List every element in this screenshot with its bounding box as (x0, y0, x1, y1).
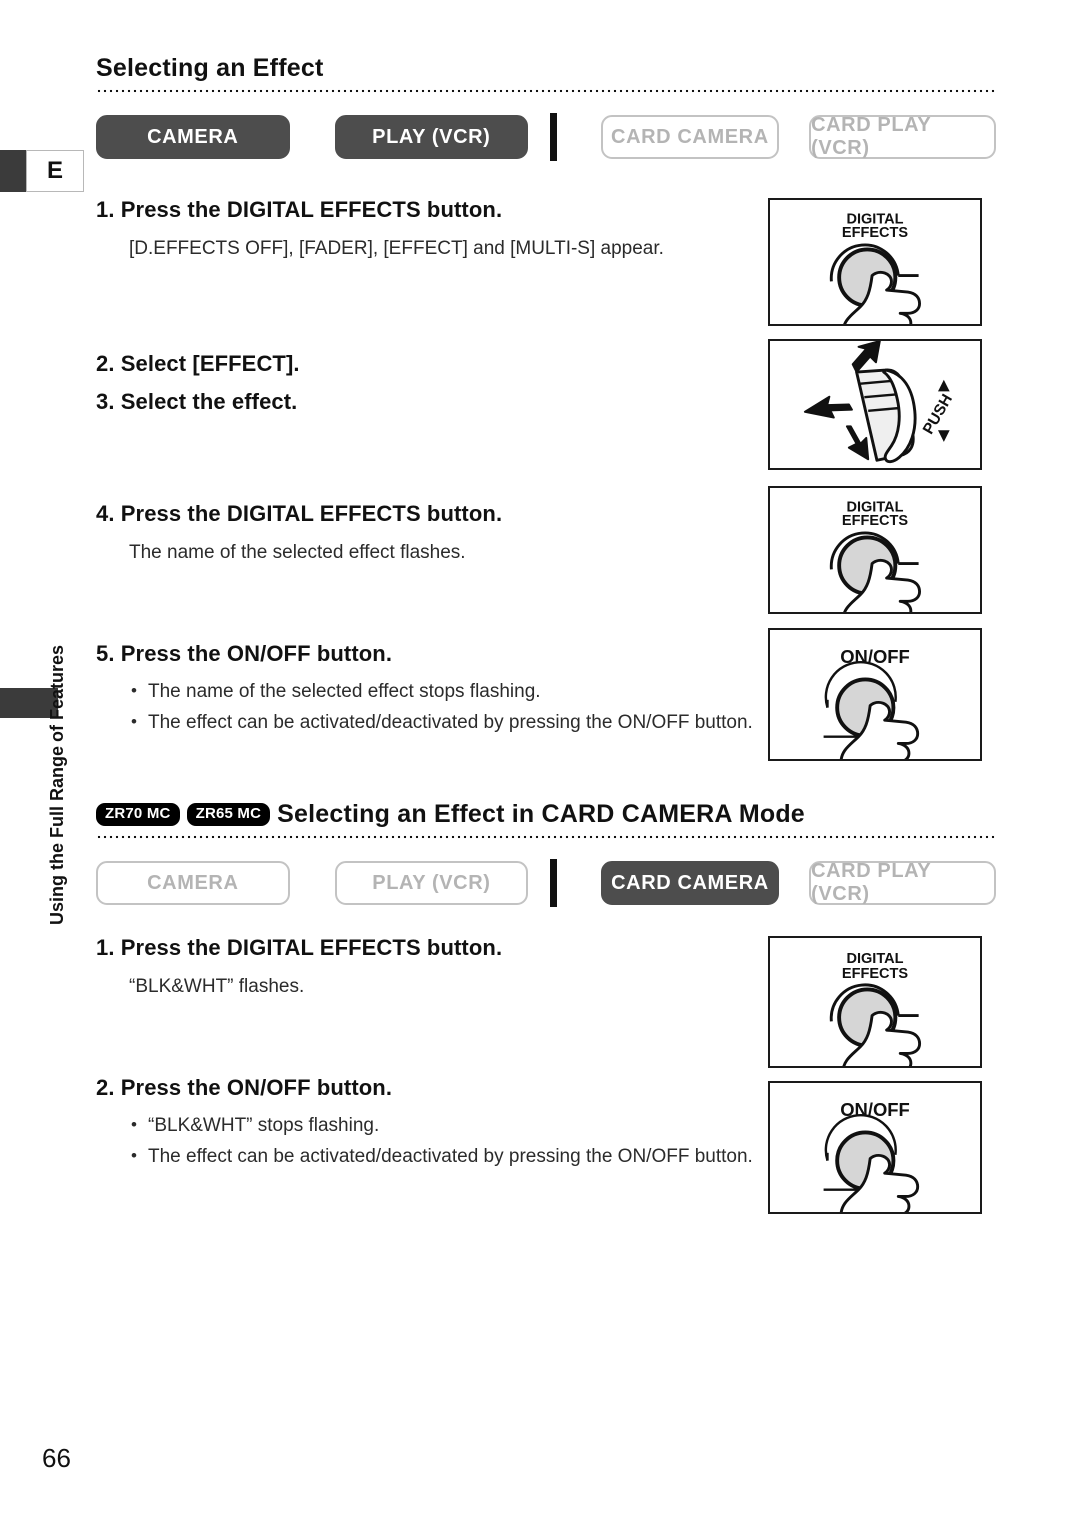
sidebar-language-tab: E (26, 150, 84, 192)
sidebar: E of Features Using the Full Range 66 (0, 0, 92, 1534)
mode-button-play-vcr[interactable]: PLAY (VCR) (334, 115, 529, 159)
step-5-bullets: The name of the selected effect stops fl… (96, 675, 756, 738)
section-selecting-an-effect: Selecting an Effect CAMERA PLAY (VCR) CA… (96, 52, 996, 161)
dial-push-icon: PUSH (803, 341, 956, 464)
onoff-button-icon: ON/OFF (823, 1099, 920, 1212)
section-1-mode-bar: CAMERA PLAY (VCR) CARD CAMERA CARD PLAY … (96, 113, 996, 161)
illustration-digital-effects-step1: DIGITAL EFFECTS (768, 198, 982, 326)
svg-text:EFFECTS: EFFECTS (842, 966, 909, 982)
mode-separator-2 (550, 859, 557, 907)
step-1-heading: 1. Press the DIGITAL EFFECTS button. (96, 197, 503, 222)
manual-page: E of Features Using the Full Range 66 Se… (0, 0, 1080, 1534)
mode-button-play-vcr-2[interactable]: PLAY (VCR) (334, 861, 529, 905)
illustration-digital-effects-card-step1: DIGITAL EFFECTS (768, 936, 982, 1068)
card-step-2-heading: 2. Press the ON/OFF button. (96, 1075, 393, 1100)
mode-button-camera-2[interactable]: CAMERA (96, 861, 290, 905)
sidebar-chapter-line-2: of Features (47, 644, 67, 742)
mode-button-card-camera[interactable]: CARD CAMERA (600, 115, 780, 159)
illustration-digital-effects-step4: DIGITAL EFFECTS (768, 486, 982, 614)
section-2-steps: 1. Press the DIGITAL EFFECTS button. “BL… (96, 933, 756, 1172)
mode-button-card-play-vcr-2[interactable]: CARD PLAY (VCR) (809, 860, 996, 905)
section-2-title-row: ZR70 MC ZR65 MC Selecting an Effect in C… (96, 798, 996, 830)
section-1-steps: 1. Press the DIGITAL EFFECTS button. [D.… (96, 195, 756, 738)
section-card-camera-effect: ZR70 MC ZR65 MC Selecting an Effect in C… (96, 798, 996, 907)
svg-text:EFFECTS: EFFECTS (842, 513, 908, 529)
sidebar-chapter-line-1: Using the Full Range (47, 746, 67, 926)
step-1-body: [D.EFFECTS OFF], [FADER], [EFFECT] and [… (129, 238, 664, 259)
digital-effects-button-icon: DIGITAL EFFECTS (829, 951, 922, 1066)
svg-text:PUSH: PUSH (920, 391, 956, 437)
step-4-body: The name of the selected effect flashes. (129, 542, 466, 563)
step-2-heading: 2. Select [EFFECT]. (96, 351, 300, 376)
digital-effects-button-icon: DIGITAL EFFECTS (829, 499, 922, 612)
card-step-1-heading: 1. Press the DIGITAL EFFECTS button. (96, 935, 503, 960)
illustration-onoff-step5: ON/OFF (768, 628, 982, 761)
badge-zr70mc: ZR70 MC (96, 802, 180, 826)
svg-text:EFFECTS: EFFECTS (842, 225, 908, 241)
card-step-1-body: “BLK&WHT” flashes. (129, 976, 305, 997)
step-5-bullet-2: The effect can be activated/deactivated … (129, 706, 756, 738)
mode-button-camera[interactable]: CAMERA (96, 115, 290, 159)
section-2-rule (96, 835, 996, 839)
illustration-onoff-card-step2: ON/OFF (768, 1081, 982, 1214)
section-1-rule (96, 89, 996, 93)
section-2-title: Selecting an Effect in CARD CAMERA Mode (277, 800, 805, 828)
step-5-bullet-1: The name of the selected effect stops fl… (129, 675, 756, 707)
badge-zr65mc: ZR65 MC (186, 802, 271, 826)
card-step-2-bullets: “BLK&WHT” stops flashing. The effect can… (96, 1109, 756, 1172)
mode-separator (550, 113, 557, 161)
section-2-mode-bar: CAMERA PLAY (VCR) CARD CAMERA CARD PLAY … (96, 859, 996, 907)
digital-effects-button-icon: DIGITAL EFFECTS (829, 211, 922, 324)
mode-button-card-camera-2[interactable]: CARD CAMERA (600, 861, 780, 905)
step-4-heading: 4. Press the DIGITAL EFFECTS button. (96, 501, 503, 526)
section-1-title: Selecting an Effect (96, 54, 324, 82)
step-3-heading: 3. Select the effect. (96, 389, 298, 414)
sidebar-chapter-title: of Features Using the Full Range (27, 645, 87, 925)
step-5-heading: 5. Press the ON/OFF button. (96, 641, 393, 666)
onoff-button-icon: ON/OFF (823, 646, 920, 759)
card-step-2-bullet-2: The effect can be activated/deactivated … (129, 1140, 756, 1172)
mode-button-card-play-vcr[interactable]: CARD PLAY (VCR) (809, 114, 996, 159)
page-number: 66 (42, 1443, 71, 1473)
illustration-selector-dial-push: PUSH (768, 339, 982, 470)
card-step-2-bullet-1: “BLK&WHT” stops flashing. (129, 1109, 756, 1141)
